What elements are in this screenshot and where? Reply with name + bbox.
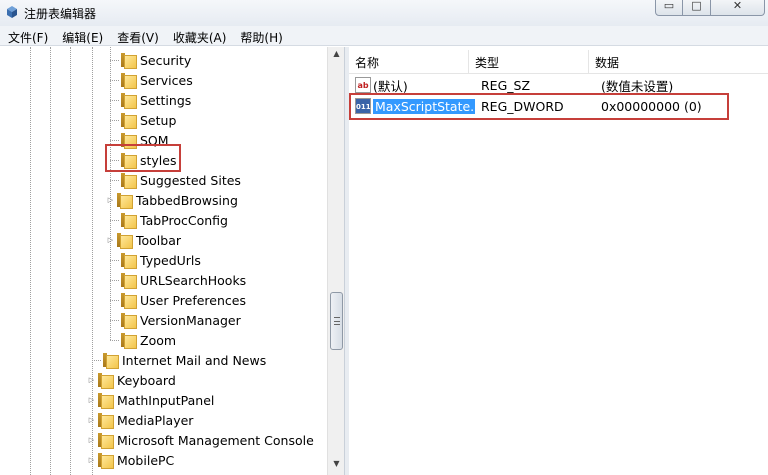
tree-item[interactable]: ▷ Toolbar bbox=[106, 230, 181, 250]
tree-item[interactable]: ▷ TabbedBrowsing bbox=[106, 190, 238, 210]
tree-item[interactable]: VersionManager bbox=[110, 310, 241, 330]
tree-item[interactable]: ▷ Microsoft Management Console bbox=[87, 430, 314, 450]
tree-item[interactable]: ▷ MobilePC bbox=[87, 450, 174, 470]
tree-item[interactable]: TypedUrls bbox=[110, 250, 201, 270]
menu-view[interactable]: 查看(V) bbox=[109, 26, 165, 45]
folder-icon bbox=[120, 53, 137, 69]
expand-arrow-icon[interactable]: ▷ bbox=[87, 416, 96, 424]
column-header-name[interactable]: 名称 bbox=[349, 50, 469, 74]
tree-item[interactable]: User Preferences bbox=[110, 290, 246, 310]
folder-icon bbox=[116, 193, 133, 209]
folder-icon bbox=[120, 273, 137, 289]
folder-icon bbox=[102, 353, 119, 369]
tree-item[interactable]: Internet Mail and News bbox=[92, 350, 266, 370]
registry-tree[interactable]: Security Services Settings Setup SQM sty… bbox=[0, 47, 344, 475]
scroll-down-arrow-icon[interactable]: ▼ bbox=[328, 459, 344, 473]
tree-guide-line bbox=[30, 47, 31, 475]
value-type: REG_SZ bbox=[481, 77, 531, 93]
tree-scrollbar[interactable]: ▲ ▼ bbox=[327, 47, 344, 475]
title-bar: 注册表编辑器 ▭ □ ✕ bbox=[0, 0, 768, 26]
tree-item[interactable]: Services bbox=[110, 70, 193, 90]
expand-arrow-icon[interactable]: ▷ bbox=[87, 456, 96, 464]
column-header-data[interactable]: 数据 bbox=[589, 50, 768, 74]
maximize-button[interactable]: □ bbox=[683, 0, 711, 16]
annotation-box-maxscriptstate bbox=[349, 93, 729, 120]
folder-icon bbox=[97, 453, 114, 469]
menu-bar: 文件(F) 编辑(E) 查看(V) 收藏夹(A) 帮助(H) bbox=[0, 26, 768, 46]
folder-icon bbox=[97, 373, 114, 389]
close-button[interactable]: ✕ bbox=[711, 0, 765, 16]
folder-icon bbox=[120, 293, 137, 309]
value-name: (默认) bbox=[373, 78, 408, 94]
expand-arrow-icon[interactable]: ▷ bbox=[87, 436, 96, 444]
menu-edit[interactable]: 编辑(E) bbox=[54, 26, 109, 45]
folder-icon bbox=[120, 313, 137, 329]
tree-guide-line bbox=[50, 47, 51, 475]
tree-item[interactable]: TabProcConfig bbox=[110, 210, 228, 230]
minimize-button[interactable]: ▭ bbox=[655, 0, 683, 16]
tree-item[interactable]: ▷ MathInputPanel bbox=[87, 390, 214, 410]
folder-icon bbox=[97, 393, 114, 409]
scroll-up-arrow-icon[interactable]: ▲ bbox=[328, 49, 344, 63]
scroll-thumb[interactable] bbox=[330, 292, 343, 350]
folder-icon bbox=[97, 413, 114, 429]
tree-item[interactable]: Zoom bbox=[110, 330, 176, 350]
expand-arrow-icon[interactable]: ▷ bbox=[87, 376, 96, 384]
values-list[interactable]: 名称 类型 数据 ab (默认) REG_SZ (数值未设置) 011 MaxS… bbox=[349, 47, 768, 475]
window-title: 注册表编辑器 bbox=[24, 7, 97, 21]
folder-icon bbox=[120, 173, 137, 189]
annotation-box-styles bbox=[105, 144, 181, 172]
tree-item[interactable]: URLSearchHooks bbox=[110, 270, 246, 290]
tree-item[interactable]: Suggested Sites bbox=[110, 170, 241, 190]
string-value-icon: ab bbox=[355, 77, 371, 93]
grip-icon bbox=[334, 317, 340, 325]
folder-icon bbox=[120, 213, 137, 229]
menu-favorites[interactable]: 收藏夹(A) bbox=[165, 26, 233, 45]
menu-help[interactable]: 帮助(H) bbox=[232, 26, 288, 45]
menu-file[interactable]: 文件(F) bbox=[0, 26, 54, 45]
folder-icon bbox=[120, 73, 137, 89]
tree-item[interactable]: Settings bbox=[110, 90, 191, 110]
folder-icon bbox=[116, 233, 133, 249]
folder-icon bbox=[120, 93, 137, 109]
tree-item[interactable]: Security bbox=[110, 50, 191, 70]
tree-item[interactable]: ▷ Keyboard bbox=[87, 370, 176, 390]
expand-arrow-icon[interactable]: ▷ bbox=[87, 396, 96, 404]
folder-icon bbox=[97, 433, 114, 449]
folder-icon bbox=[120, 253, 137, 269]
folder-icon bbox=[120, 113, 137, 129]
registry-cube-icon bbox=[7, 6, 17, 18]
tree-guide-line bbox=[70, 47, 71, 475]
column-header-type[interactable]: 类型 bbox=[469, 50, 589, 74]
tree-item[interactable]: Setup bbox=[110, 110, 176, 130]
expand-arrow-icon[interactable]: ▷ bbox=[106, 236, 115, 244]
tree-item[interactable]: ▷ MediaPlayer bbox=[87, 410, 193, 430]
expand-arrow-icon[interactable]: ▷ bbox=[106, 196, 115, 204]
folder-icon bbox=[120, 333, 137, 349]
list-header: 名称 类型 数据 bbox=[349, 50, 768, 74]
value-data: (数值未设置) bbox=[601, 78, 674, 94]
window-controls: ▭ □ ✕ bbox=[655, 0, 765, 16]
